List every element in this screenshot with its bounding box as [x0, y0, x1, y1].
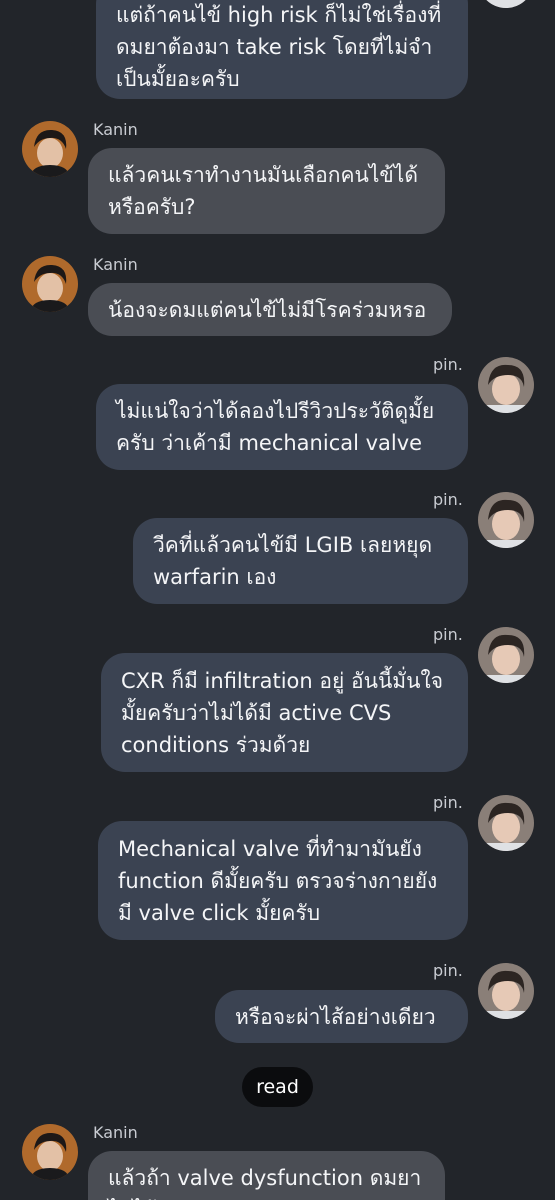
user-photo-icon	[22, 256, 78, 312]
avatar-kanin[interactable]	[22, 1124, 78, 1180]
sender-name: pin.	[433, 490, 463, 509]
avatar-pin[interactable]	[478, 963, 534, 1019]
sender-name: Kanin	[93, 120, 138, 139]
user-photo-icon	[478, 627, 534, 683]
read-receipt-badge: read	[242, 1067, 313, 1107]
message-text: CXR ก็มี infiltration อยู่ อันนี้มั่นใจ …	[121, 668, 444, 757]
user-photo-icon	[478, 963, 534, 1019]
avatar-pin[interactable]	[478, 627, 534, 683]
message-text: แล้วถ้า valve dysfunction ดมยา ไม่ได้หรอ	[108, 1166, 422, 1200]
avatar-kanin[interactable]	[22, 121, 78, 177]
user-photo-icon	[478, 492, 534, 548]
avatar-pin[interactable]	[478, 357, 534, 413]
sender-name: pin.	[433, 355, 463, 374]
message-bubble-outgoing[interactable]: วีคที่แล้วคนไข้มี LGIB เลยหยุด warfarin …	[133, 518, 468, 604]
message-bubble-outgoing[interactable]: CXR ก็มี infiltration อยู่ อันนี้มั่นใจ …	[101, 653, 468, 772]
message-bubble-outgoing[interactable]: แต่ถ้าคนไข้ high risk ก็ไม่ใช่เรื่องที่ …	[96, 0, 468, 99]
message-text: วีคที่แล้วคนไข้มี LGIB เลยหยุด warfarin …	[153, 533, 433, 589]
sender-name: Kanin	[93, 1123, 138, 1142]
message-text: ไม่แน่ใจว่าได้ลองไปรีวิวประวัติดูมั้ย คร…	[116, 399, 435, 455]
sender-name: pin.	[433, 793, 463, 812]
read-label: read	[256, 1076, 299, 1098]
chat-screen: แต่ถ้าคนไข้ high risk ก็ไม่ใช่เรื่องที่ …	[0, 0, 555, 1200]
avatar-pin[interactable]	[478, 0, 534, 8]
message-bubble-outgoing[interactable]: Mechanical valve ที่ทำมามันยัง function …	[98, 821, 468, 940]
user-photo-icon	[478, 795, 534, 851]
message-bubble-incoming[interactable]: น้องจะดมแต่คนไข้ไม่มีโรคร่วมหรอ	[88, 283, 452, 336]
message-bubble-outgoing[interactable]: ไม่แน่ใจว่าได้ลองไปรีวิวประวัติดูมั้ย คร…	[96, 384, 468, 470]
user-photo-icon	[22, 1124, 78, 1180]
message-text: แต่ถ้าคนไข้ high risk ก็ไม่ใช่เรื่องที่ …	[116, 2, 442, 91]
avatar-pin[interactable]	[478, 492, 534, 548]
message-text: แล้วคนเราทำงานมันเลือกคนไข้ได้ หรือครับ?	[108, 163, 418, 219]
user-photo-icon	[478, 0, 534, 8]
avatar-pin[interactable]	[478, 795, 534, 851]
user-photo-icon	[22, 121, 78, 177]
sender-name: pin.	[433, 625, 463, 644]
message-bubble-incoming[interactable]: แล้วถ้า valve dysfunction ดมยา ไม่ได้หรอ	[88, 1151, 445, 1200]
message-bubble-outgoing[interactable]: หรือจะผ่าไส้อย่างเดียว	[215, 990, 468, 1043]
avatar-kanin[interactable]	[22, 256, 78, 312]
user-photo-icon	[478, 357, 534, 413]
sender-name: pin.	[433, 961, 463, 980]
sender-name: Kanin	[93, 255, 138, 274]
message-text: Mechanical valve ที่ทำมามันยัง function …	[118, 836, 438, 925]
message-text: หรือจะผ่าไส้อย่างเดียว	[235, 1004, 436, 1029]
message-text: น้องจะดมแต่คนไข้ไม่มีโรคร่วมหรอ	[108, 297, 427, 322]
message-bubble-incoming[interactable]: แล้วคนเราทำงานมันเลือกคนไข้ได้ หรือครับ?	[88, 148, 445, 234]
